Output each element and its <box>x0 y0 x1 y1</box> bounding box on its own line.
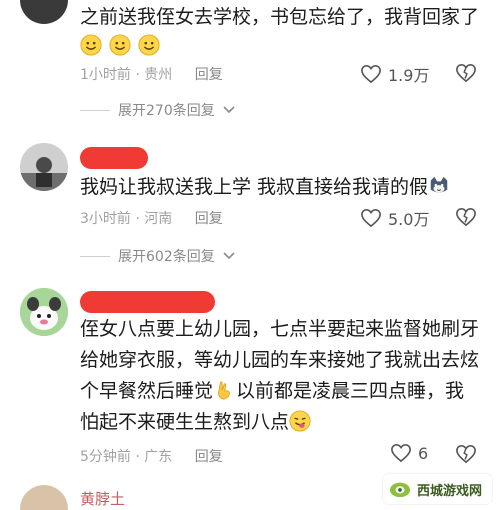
meta-separator: · <box>130 449 145 465</box>
smile-emoji-icon <box>80 34 102 56</box>
expand-replies-button[interactable]: 展开270条回复 <box>80 100 235 120</box>
heart-outline-icon <box>361 64 381 84</box>
comment-1-text: 之前送我侄女去学校，书包忘给了，我背回家了 <box>80 6 480 28</box>
broken-heart-icon[interactable] <box>455 63 477 83</box>
expand-replies-button[interactable]: 展开602条回复 <box>80 246 235 266</box>
heart-outline-icon <box>361 208 381 228</box>
comment-3-line: 个早餐然后睡觉 以前都是凌晨三四点睡，我 <box>80 376 479 407</box>
reply-button[interactable]: 回复 <box>195 67 223 83</box>
tongue-emoji-icon <box>289 410 311 432</box>
next-comment-username: 黄脖土 <box>80 488 125 509</box>
comment-3-location: 广东 <box>144 449 173 465</box>
comment-3-line: 给她穿衣服，等幼儿园的车来接她了我就出去炫 <box>80 349 480 371</box>
meta-separator: · <box>130 67 145 83</box>
meta-separator: · <box>130 211 145 227</box>
chevron-down-icon <box>223 252 235 260</box>
watermark-text: 西城游戏网 <box>416 483 482 499</box>
like-count: 6 <box>418 443 429 463</box>
avatar-image <box>20 143 68 191</box>
comment-3-meta: 5分钟前 · 广东 回复 <box>80 446 223 466</box>
comment-1-emojis <box>80 31 161 62</box>
comment-1-meta: 1小时前 · 贵州 回复 <box>80 64 223 84</box>
smile-emoji-icon <box>109 34 131 56</box>
chevron-down-icon <box>223 106 235 114</box>
avatar[interactable] <box>20 143 68 191</box>
comment-3-line: 侄女八点要上幼儿园，七点半要起来监督她刷牙 <box>80 318 480 340</box>
comment-2-location: 河南 <box>144 211 173 227</box>
comment-3-text: 怕起不来硬生生熬到八点 <box>80 411 290 433</box>
avatar[interactable] <box>20 288 68 336</box>
like-button[interactable]: 5.0万 <box>360 206 429 230</box>
comment-3: 侄女八点要上幼儿园，七点半要起来监督她刷牙 给她穿衣服，等幼儿园的车来接她了我就… <box>80 314 479 438</box>
like-count: 5.0万 <box>388 210 430 229</box>
expand-label: 展开602条回复 <box>118 249 215 265</box>
cat-emoji-icon <box>430 176 448 193</box>
avatar-image <box>20 288 68 336</box>
heart-outline-icon <box>391 443 411 463</box>
comment-1: 之前送我侄女去学校，书包忘给了，我背回家了 <box>80 2 479 33</box>
smile-emoji-icon <box>138 34 160 56</box>
like-button[interactable]: 6 <box>390 443 428 463</box>
broken-heart-icon[interactable] <box>455 444 477 464</box>
like-count: 1.9万 <box>388 66 430 85</box>
divider <box>80 255 110 257</box>
comment-1-location: 贵州 <box>144 67 173 83</box>
comment-1-time: 1小时前 <box>80 67 131 83</box>
watermark-logo-icon <box>389 482 410 498</box>
avatar[interactable] <box>20 485 68 510</box>
redacted-username <box>80 291 215 313</box>
avatar[interactable] <box>20 0 68 24</box>
comment-2-meta: 3小时前 · 河南 回复 <box>80 208 223 228</box>
broken-heart-icon[interactable] <box>455 207 477 227</box>
comment-2-time: 3小时前 <box>80 211 131 227</box>
ok-hand-emoji-icon <box>218 381 230 400</box>
expand-label: 展开270条回复 <box>118 103 215 119</box>
watermark: 西城游戏网 <box>382 474 492 504</box>
comment-2: 我妈让我叔送我上学 我叔直接给我请的假 <box>80 172 451 203</box>
comment-3-line: 怕起不来硬生生熬到八点 <box>80 407 479 438</box>
divider <box>80 109 110 111</box>
like-button[interactable]: 1.9万 <box>360 62 429 86</box>
comment-3-text: 个早餐然后睡觉 <box>80 380 214 402</box>
comment-2-text: 我妈让我叔送我上学 我叔直接给我请的假 <box>80 176 429 198</box>
comment-3-text: 以前都是凌晨三四点睡，我 <box>236 380 465 402</box>
reply-button[interactable]: 回复 <box>195 211 223 227</box>
reply-button[interactable]: 回复 <box>195 449 223 465</box>
username: 黄脖土 <box>80 490 126 508</box>
comment-3-time: 5分钟前 <box>80 449 131 465</box>
redacted-username <box>80 147 148 169</box>
